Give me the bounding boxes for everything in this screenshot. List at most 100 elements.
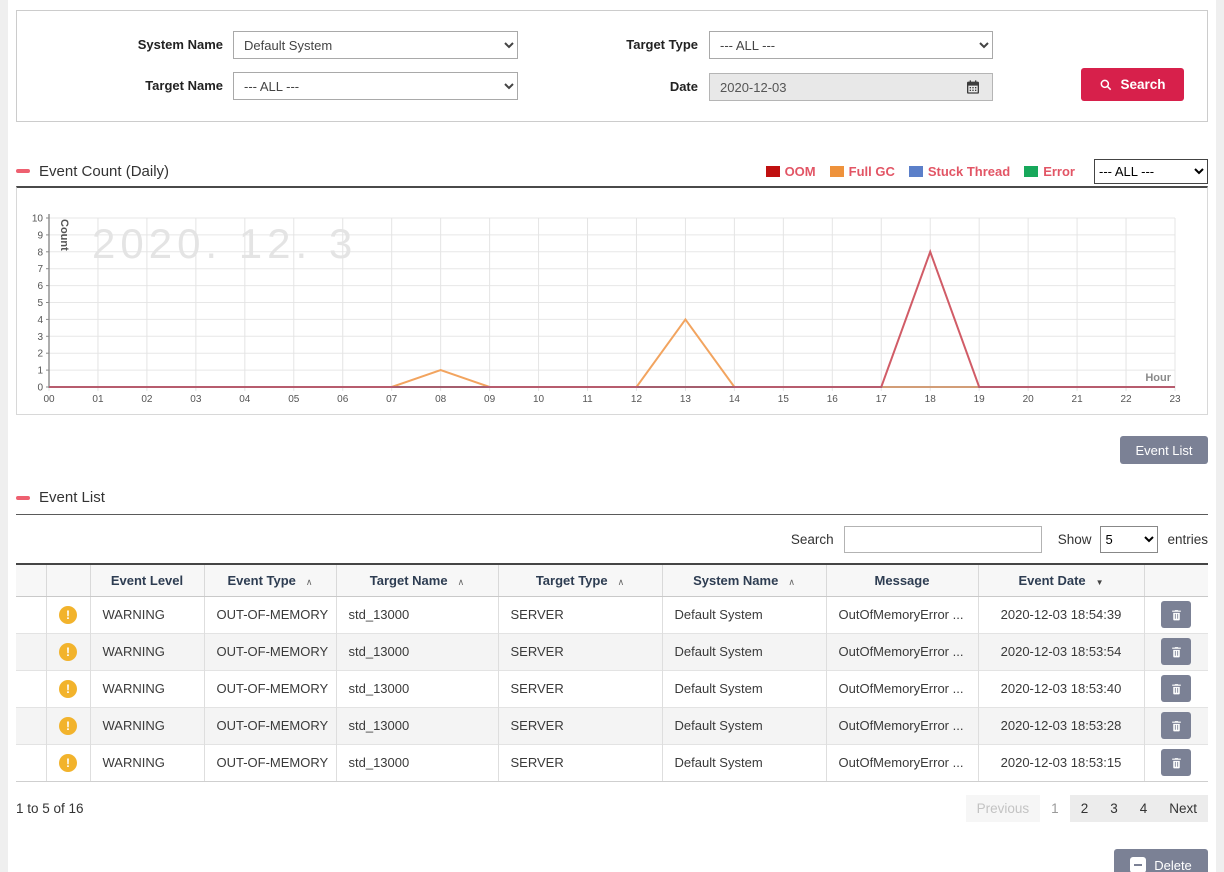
svg-text:01: 01 xyxy=(92,394,104,405)
legend-item[interactable]: OOM xyxy=(766,164,816,179)
table-row: !WARNINGOUT-OF-MEMORYstd_13000SERVERDefa… xyxy=(16,744,1208,781)
event-level-cell: WARNING xyxy=(90,744,204,781)
sort-asc-icon: ∧ xyxy=(618,577,625,587)
svg-text:22: 22 xyxy=(1120,394,1132,405)
calendar-icon[interactable] xyxy=(965,79,981,95)
row-select-cell xyxy=(16,596,46,633)
svg-text:2: 2 xyxy=(37,349,43,360)
system-name-cell: Default System xyxy=(662,670,826,707)
warning-icon: ! xyxy=(59,643,77,661)
message-cell: OutOfMemoryError ... xyxy=(826,670,978,707)
column-header-event-type[interactable]: Event Type∧ xyxy=(204,565,336,596)
event-type-filter-select[interactable]: --- ALL --- xyxy=(1094,159,1208,184)
target-type-select[interactable]: --- ALL --- xyxy=(709,31,993,59)
column-header-event-date[interactable]: Event Date▼ xyxy=(978,565,1144,596)
pagination-2[interactable]: 2 xyxy=(1070,795,1100,822)
svg-text:18: 18 xyxy=(925,394,937,405)
target-name-select[interactable]: --- ALL --- xyxy=(233,72,518,100)
svg-text:07: 07 xyxy=(386,394,398,405)
pagination-3[interactable]: 3 xyxy=(1099,795,1129,822)
legend-label: Full GC xyxy=(849,164,895,179)
svg-text:Hour: Hour xyxy=(1145,372,1171,384)
svg-text:0: 0 xyxy=(37,383,43,394)
table-row: !WARNINGOUT-OF-MEMORYstd_13000SERVERDefa… xyxy=(16,670,1208,707)
column-header-message: Message xyxy=(826,565,978,596)
event-type-cell: OUT-OF-MEMORY xyxy=(204,744,336,781)
row-delete-button[interactable] xyxy=(1161,675,1191,702)
delete-button[interactable]: Delete xyxy=(1114,849,1208,872)
pagination-previous[interactable]: Previous xyxy=(966,795,1041,822)
table-footer: 1 to 5 of 16 Previous1234Next xyxy=(16,795,1208,822)
row-delete-button[interactable] xyxy=(1161,749,1191,776)
table-header-row: Event LevelEvent Type∧Target Name∧Target… xyxy=(16,565,1208,596)
row-delete-button[interactable] xyxy=(1161,712,1191,739)
column-header-label: Target Name xyxy=(370,573,448,588)
svg-text:9: 9 xyxy=(37,230,43,241)
pagination-next[interactable]: Next xyxy=(1158,795,1208,822)
svg-text:3: 3 xyxy=(37,332,43,343)
page: System Name Default System Target Name -… xyxy=(8,0,1216,872)
pagination-1[interactable]: 1 xyxy=(1040,795,1070,822)
warning-icon: ! xyxy=(59,680,77,698)
target-name-label: Target Name xyxy=(97,72,223,100)
message-cell: OutOfMemoryError ... xyxy=(826,596,978,633)
svg-text:09: 09 xyxy=(484,394,496,405)
column-header-target-type[interactable]: Target Type ∧ xyxy=(498,565,662,596)
legend-item[interactable]: Stuck Thread xyxy=(909,164,1010,179)
trash-icon xyxy=(1170,682,1183,696)
svg-text:12: 12 xyxy=(631,394,643,405)
minus-icon xyxy=(1130,857,1146,872)
message-cell: OutOfMemoryError ... xyxy=(826,633,978,670)
pagination: Previous1234Next xyxy=(966,795,1208,822)
legend-swatch-icon xyxy=(1024,166,1038,177)
event-list-button[interactable]: Event List xyxy=(1120,436,1208,464)
event-table: Event LevelEvent Type∧Target Name∧Target… xyxy=(16,565,1208,781)
show-entries-select[interactable]: 5 xyxy=(1100,526,1158,553)
svg-text:2020. 12. 3: 2020. 12. 3 xyxy=(92,220,357,267)
legend-item[interactable]: Full GC xyxy=(830,164,895,179)
event-count-chart-svg: 2020. 12. 3012345678910Count000102030405… xyxy=(17,188,1207,414)
svg-text:13: 13 xyxy=(680,394,692,405)
system-name-cell: Default System xyxy=(662,596,826,633)
event-level-icon-cell: ! xyxy=(46,596,90,633)
row-select-cell xyxy=(16,707,46,744)
event-level-cell: WARNING xyxy=(90,633,204,670)
search-button[interactable]: Search xyxy=(1081,68,1184,101)
message-cell: OutOfMemoryError ... xyxy=(826,707,978,744)
svg-text:5: 5 xyxy=(37,298,43,309)
event-count-chart: 2020. 12. 3012345678910Count000102030405… xyxy=(17,188,1207,415)
system-name-select[interactable]: Default System xyxy=(233,31,518,59)
date-input[interactable] xyxy=(709,73,993,101)
column-header-label: System Name xyxy=(693,573,778,588)
delete-cell xyxy=(1144,633,1208,670)
event-level-cell: WARNING xyxy=(90,707,204,744)
column-header-label: Target Type xyxy=(536,573,608,588)
pagination-4[interactable]: 4 xyxy=(1129,795,1159,822)
svg-text:11: 11 xyxy=(582,394,593,405)
column-header-event-level: Event Level xyxy=(90,565,204,596)
svg-text:21: 21 xyxy=(1072,394,1084,405)
legend-swatch-icon xyxy=(830,166,844,177)
filter-panel: System Name Default System Target Name -… xyxy=(16,10,1208,122)
event-date-cell: 2020-12-03 18:53:15 xyxy=(978,744,1144,781)
svg-text:1: 1 xyxy=(37,366,43,377)
column-header-target-name[interactable]: Target Name∧ xyxy=(336,565,498,596)
legend-item[interactable]: Error xyxy=(1024,164,1075,179)
table-body: !WARNINGOUT-OF-MEMORYstd_13000SERVERDefa… xyxy=(16,596,1208,781)
column-header-system-name[interactable]: System Name∧ xyxy=(662,565,826,596)
legend-swatch-icon xyxy=(909,166,923,177)
legend-label: OOM xyxy=(785,164,816,179)
target-type-cell: SERVER xyxy=(498,633,662,670)
table-search-input[interactable] xyxy=(844,526,1042,553)
target-name-cell: std_13000 xyxy=(336,596,498,633)
svg-text:19: 19 xyxy=(974,394,986,405)
row-delete-button[interactable] xyxy=(1161,601,1191,628)
event-level-cell: WARNING xyxy=(90,670,204,707)
table-search-label: Search xyxy=(791,532,834,547)
row-delete-button[interactable] xyxy=(1161,638,1191,665)
pagination-info: 1 to 5 of 16 xyxy=(16,801,84,816)
svg-text:8: 8 xyxy=(37,247,43,258)
svg-text:7: 7 xyxy=(37,264,43,275)
search-icon xyxy=(1099,78,1113,92)
target-name-cell: std_13000 xyxy=(336,707,498,744)
